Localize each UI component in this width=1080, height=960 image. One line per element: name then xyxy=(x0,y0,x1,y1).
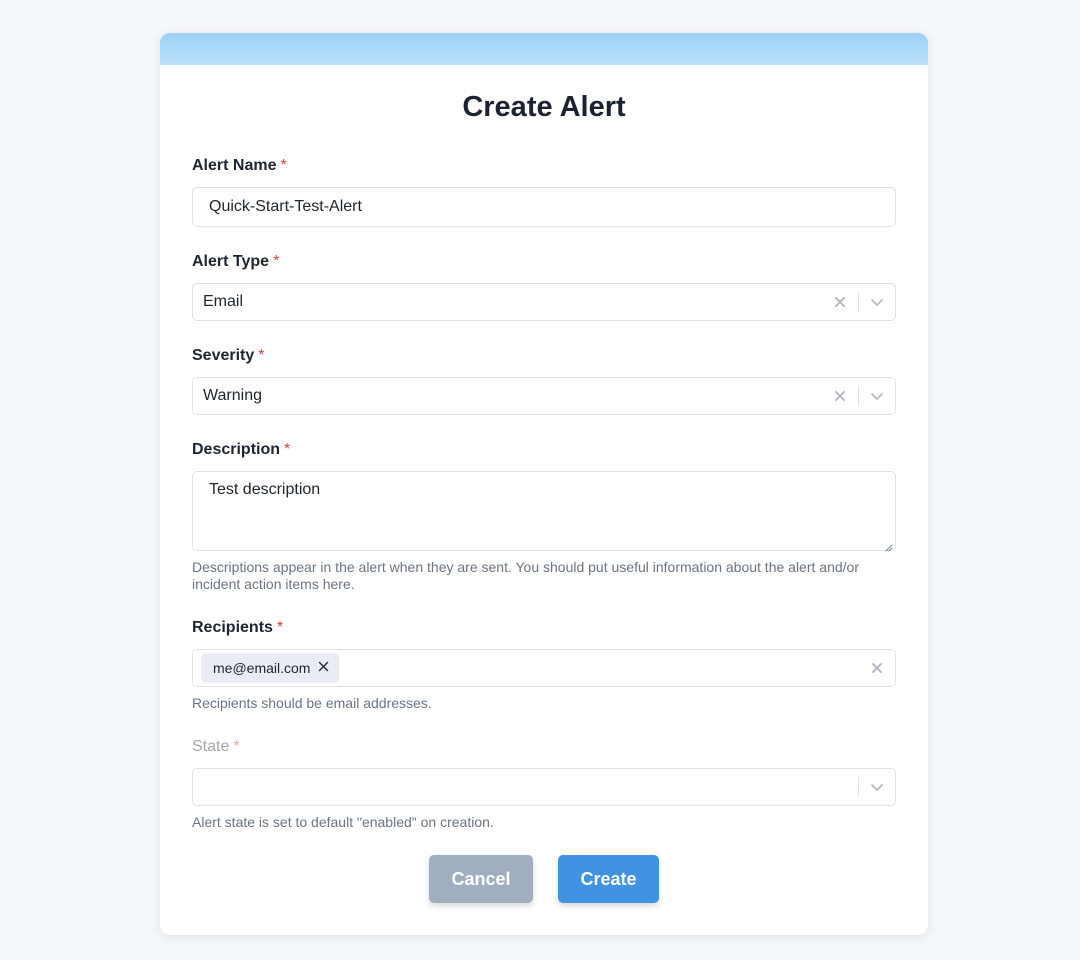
required-marker: * xyxy=(233,738,240,755)
close-icon[interactable] xyxy=(831,293,849,311)
severity-select[interactable]: Warning xyxy=(192,377,896,415)
close-icon[interactable] xyxy=(318,653,329,683)
alert-name-input[interactable]: Quick-Start-Test-Alert xyxy=(192,187,896,227)
description-textarea[interactable]: Test description xyxy=(192,471,896,552)
resize-handle-icon[interactable] xyxy=(884,539,893,552)
close-icon[interactable] xyxy=(868,659,886,677)
description-help-text: Descriptions appear in the alert when th… xyxy=(192,559,859,592)
alert-type-label: Alert Type * xyxy=(192,253,279,271)
description-label: Description * xyxy=(192,441,290,459)
severity-label-text: Severity xyxy=(192,347,255,364)
required-marker: * xyxy=(273,253,280,270)
severity-label: Severity * xyxy=(192,347,265,365)
alert-name-label-text: Alert Name xyxy=(192,157,277,174)
state-label: State * xyxy=(192,738,240,756)
create-alert-card: Create Alert Alert Name * Quick-Start-Tes… xyxy=(160,33,928,935)
recipient-chip: me@email.com xyxy=(201,653,340,683)
alert-name-label: Alert Name * xyxy=(192,157,287,175)
create-button[interactable]: Create xyxy=(558,855,659,903)
state-label-text: State xyxy=(192,738,230,755)
required-marker: * xyxy=(284,441,291,458)
state-help-text: Alert state is set to default "enabled" … xyxy=(192,814,494,830)
required-marker: * xyxy=(280,157,287,174)
severity-value: Warning xyxy=(203,387,262,404)
description-label-text: Description xyxy=(192,441,281,458)
alert-name-value: Quick-Start-Test-Alert xyxy=(209,198,362,215)
required-marker: * xyxy=(276,619,284,636)
select-separator xyxy=(858,777,859,797)
recipient-chip-label: me@email.com xyxy=(213,660,311,676)
card-header-band xyxy=(160,33,928,65)
description-value: Test description xyxy=(209,481,321,498)
chevron-down-icon[interactable] xyxy=(868,293,886,311)
recipients-label: Recipients * xyxy=(192,619,283,637)
select-separator xyxy=(858,386,859,406)
recipients-label-text: Recipients xyxy=(192,619,273,636)
required-marker: * xyxy=(258,347,265,364)
chevron-down-icon[interactable] xyxy=(868,778,886,796)
state-select[interactable] xyxy=(192,768,896,806)
chevron-down-icon[interactable] xyxy=(868,387,886,405)
recipients-multiselect[interactable]: me@email.com xyxy=(192,649,896,687)
select-separator xyxy=(858,292,859,312)
alert-type-select[interactable]: Email xyxy=(192,283,896,321)
recipients-help-text: Recipients should be email addresses. xyxy=(192,695,432,711)
alert-type-value: Email xyxy=(203,293,244,310)
alert-type-label-text: Alert Type xyxy=(192,253,270,270)
cancel-button[interactable]: Cancel xyxy=(429,855,533,903)
page-title: Create Alert xyxy=(462,91,626,123)
close-icon[interactable] xyxy=(831,387,849,405)
